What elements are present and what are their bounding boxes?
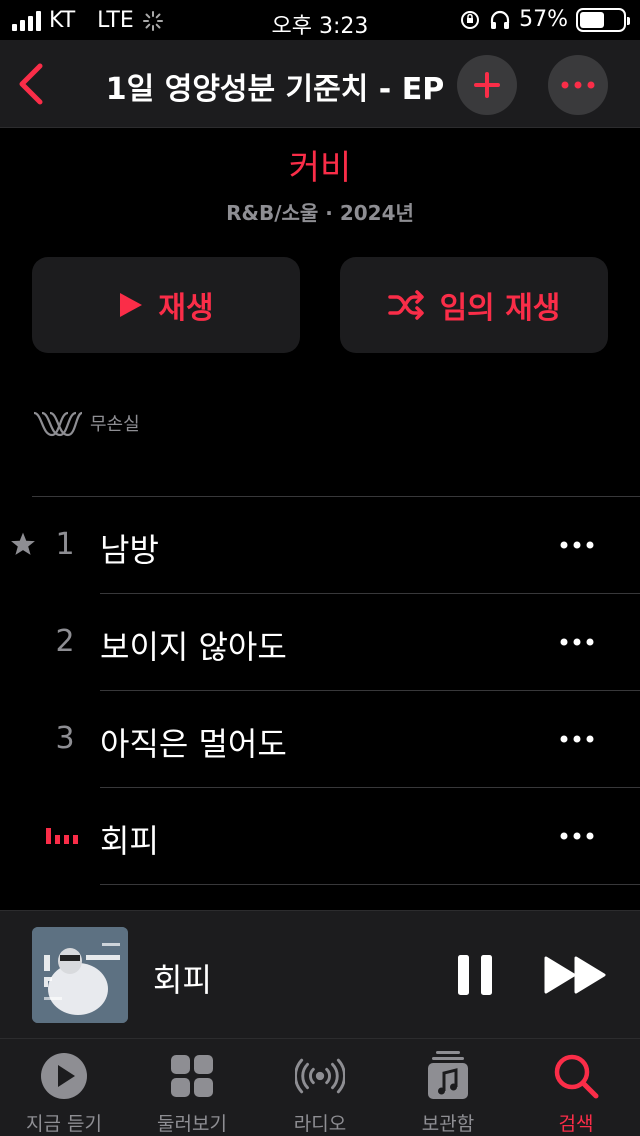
tab-label: 둘러보기 [157,1113,227,1135]
ellipsis-icon [561,81,595,89]
track-title: 남방 [100,531,159,569]
back-chevron-icon[interactable] [12,60,52,108]
track-more-button[interactable] [552,622,602,662]
track-title: 보이지 않아도 [100,628,287,666]
track-title: 아직은 멀어도 [100,725,287,763]
library-icon [428,1051,468,1099]
headphones-icon [490,10,510,29]
orientation-lock-icon [461,10,480,29]
track-title: 회피 [100,822,159,860]
status-bar: KT LTE 오후 3:23 57% [0,0,640,40]
track-more-button[interactable] [552,719,602,759]
now-playing-equalizer-icon [46,828,78,844]
ellipsis-icon [560,638,594,646]
play-label: 재생 [158,291,214,326]
tab-radio[interactable]: 라디오 [256,1039,384,1136]
track-row-now-playing[interactable]: 회피 [0,788,640,885]
tab-browse[interactable]: 둘러보기 [128,1039,256,1136]
pause-icon[interactable] [455,953,495,997]
tab-label: 보관함 [421,1113,475,1135]
ellipsis-icon [560,735,594,743]
lossless-badge: 무손실 [32,405,140,441]
track-row[interactable]: 2 보이지 않아도 [0,594,640,691]
tab-library[interactable]: 보관함 [384,1039,512,1136]
battery-percent: 57% [519,7,568,32]
tab-listen-now[interactable]: 지금 듣기 [0,1039,128,1136]
shuffle-button[interactable]: 임의 재생 [340,257,608,353]
track-number: 1 [55,527,75,562]
row-separator [100,884,640,885]
shuffle-label: 임의 재생 [439,291,561,326]
play-icon [120,293,143,317]
battery-icon [576,7,630,32]
track-row[interactable]: 3 아직은 멀어도 [0,691,640,788]
track-more-button[interactable] [552,816,602,856]
grid-icon [171,1055,213,1097]
tab-bar: 지금 듣기 둘러보기 라디오 보관함 검색 [0,1038,640,1136]
tab-label: 라디오 [293,1113,347,1135]
track-number: 2 [55,624,75,659]
ellipsis-icon [560,832,594,840]
mini-player[interactable]: 회피 [0,910,640,1038]
more-button[interactable] [548,55,608,115]
add-button[interactable] [457,55,517,115]
nav-bar: 1일 영양성분 기준치 - EP [0,40,640,128]
album-meta: R&B/소울 · 2024년 [226,201,414,225]
radio-icon [295,1058,345,1094]
tab-label: 검색 [558,1113,594,1135]
star-icon [11,532,35,555]
page-title: 1일 영양성분 기준치 - EP [105,72,445,107]
track-number: 3 [55,721,75,756]
forward-icon[interactable] [544,955,608,995]
tab-search[interactable]: 검색 [512,1039,640,1136]
tab-label: 지금 듣기 [26,1113,102,1135]
lossless-wave-icon [33,411,83,437]
play-button[interactable]: 재생 [32,257,300,353]
track-row[interactable]: 1 남방 [0,497,640,594]
plus-icon [474,72,500,98]
ellipsis-icon [560,541,594,549]
search-icon [554,1054,599,1099]
lossless-label: 무손실 [90,414,140,435]
shuffle-icon [387,290,424,320]
now-playing-title: 회피 [153,961,212,999]
artist-name[interactable]: 커비 [0,140,640,189]
album-artwork [32,927,128,1023]
play-circle-icon [41,1053,87,1099]
track-more-button[interactable] [552,525,602,565]
